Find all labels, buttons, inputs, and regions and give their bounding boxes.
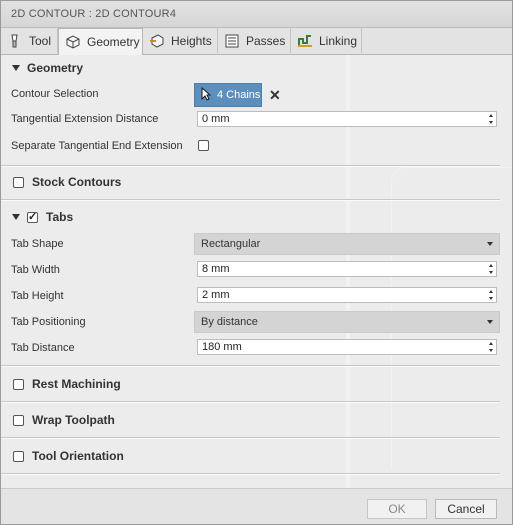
tab-linking-label: Linking bbox=[319, 33, 358, 48]
close-icon[interactable]: ✕ bbox=[269, 87, 281, 104]
heights-icon bbox=[149, 33, 165, 49]
ok-button[interactable]: OK bbox=[367, 499, 427, 519]
section-tabs-header[interactable]: Tabs bbox=[1, 205, 512, 229]
section-stock-contours-header[interactable]: Stock Contours bbox=[1, 170, 512, 194]
tab-heights-label: Heights bbox=[171, 33, 212, 48]
divider bbox=[1, 401, 500, 403]
spinner-icon[interactable] bbox=[486, 262, 496, 276]
tab-positioning-value: By distance bbox=[201, 316, 258, 328]
dialog-footer: OK Cancel bbox=[1, 488, 512, 524]
tab-positioning-label: Tab Positioning bbox=[11, 316, 86, 328]
tab-distance-label: Tab Distance bbox=[11, 342, 75, 354]
section-rest-machining-header[interactable]: Rest Machining bbox=[1, 372, 512, 396]
divider bbox=[1, 165, 500, 167]
tab-distance-input[interactable]: 180 mm bbox=[197, 339, 497, 355]
section-tool-orientation-header[interactable]: Tool Orientation bbox=[1, 444, 512, 468]
tab-bar: Tool Geometry Heights Passes Linking bbox=[1, 28, 512, 55]
tab-shape-value: Rectangular bbox=[201, 238, 261, 250]
spinner-icon[interactable] bbox=[486, 340, 496, 354]
contour-selection-button[interactable]: 4 Chains bbox=[194, 83, 262, 107]
separate-tangential-label: Separate Tangential End Extension bbox=[11, 140, 183, 152]
section-wrap-toolpath-title: Wrap Toolpath bbox=[32, 413, 115, 427]
tab-tool-label: Tool bbox=[29, 33, 52, 48]
tab-shape-label: Tab Shape bbox=[11, 238, 64, 250]
chevron-down-icon bbox=[12, 65, 20, 71]
tab-heights[interactable]: Heights bbox=[143, 28, 218, 53]
title-bar[interactable]: 2D CONTOUR : 2D CONTOUR4 bbox=[1, 1, 512, 28]
dialog-window: 2D CONTOUR : 2D CONTOUR4 Tool Geometry H… bbox=[0, 0, 513, 525]
tool-icon bbox=[7, 33, 23, 49]
chains-count: 4 Chains bbox=[217, 89, 261, 101]
tab-width-label: Tab Width bbox=[11, 264, 60, 276]
settings-panel[interactable]: Geometry Contour Selection 4 Chains ✕ Ta… bbox=[1, 55, 512, 488]
divider bbox=[1, 199, 500, 201]
dropdown-caret-icon bbox=[487, 242, 493, 246]
linking-icon bbox=[297, 33, 313, 49]
geometry-icon bbox=[65, 34, 81, 50]
cancel-button[interactable]: Cancel bbox=[435, 499, 497, 519]
section-geometry-title: Geometry bbox=[27, 61, 84, 75]
divider bbox=[1, 365, 500, 367]
tab-linking[interactable]: Linking bbox=[291, 28, 362, 53]
tabs-checkbox[interactable] bbox=[27, 210, 38, 223]
spinner-icon[interactable] bbox=[486, 112, 496, 126]
divider bbox=[1, 437, 500, 439]
tab-distance-value: 180 mm bbox=[202, 341, 242, 353]
tab-shape-select[interactable]: Rectangular bbox=[194, 233, 500, 255]
passes-icon bbox=[224, 33, 240, 49]
tangential-extension-label: Tangential Extension Distance bbox=[11, 113, 159, 125]
window-title: 2D CONTOUR : 2D CONTOUR4 bbox=[11, 8, 177, 20]
section-tool-orientation-title: Tool Orientation bbox=[32, 449, 124, 463]
section-geometry-header[interactable]: Geometry bbox=[1, 56, 512, 80]
section-rest-machining-title: Rest Machining bbox=[32, 377, 121, 391]
dropdown-caret-icon bbox=[487, 320, 493, 324]
section-tabs-title: Tabs bbox=[46, 210, 74, 224]
tab-passes-label: Passes bbox=[246, 33, 286, 48]
tab-height-label: Tab Height bbox=[11, 290, 64, 302]
cursor-arrow-icon bbox=[201, 86, 212, 104]
separate-tangential-checkbox[interactable] bbox=[198, 140, 209, 151]
tab-height-input[interactable]: 2 mm bbox=[197, 287, 497, 303]
tab-geometry[interactable]: Geometry bbox=[58, 28, 143, 55]
tool-orientation-checkbox[interactable] bbox=[13, 450, 24, 462]
tab-height-value: 2 mm bbox=[202, 289, 230, 301]
tab-passes[interactable]: Passes bbox=[218, 28, 291, 53]
tangential-extension-input[interactable]: 0 mm bbox=[197, 111, 497, 127]
chevron-down-icon bbox=[12, 214, 20, 220]
section-stock-contours-title: Stock Contours bbox=[32, 175, 122, 189]
contour-selection-label: Contour Selection bbox=[11, 88, 99, 100]
tab-tool[interactable]: Tool bbox=[1, 28, 58, 53]
tab-geometry-label: Geometry bbox=[87, 35, 140, 49]
spinner-icon[interactable] bbox=[486, 288, 496, 302]
divider bbox=[1, 473, 500, 475]
wrap-toolpath-checkbox[interactable] bbox=[13, 414, 24, 426]
rest-machining-checkbox[interactable] bbox=[13, 378, 24, 390]
tangential-extension-value: 0 mm bbox=[202, 113, 230, 125]
tab-width-input[interactable]: 8 mm bbox=[197, 261, 497, 277]
tab-width-value: 8 mm bbox=[202, 263, 230, 275]
tab-positioning-select[interactable]: By distance bbox=[194, 311, 500, 333]
section-wrap-toolpath-header[interactable]: Wrap Toolpath bbox=[1, 408, 512, 432]
stock-contours-checkbox[interactable] bbox=[13, 176, 24, 188]
